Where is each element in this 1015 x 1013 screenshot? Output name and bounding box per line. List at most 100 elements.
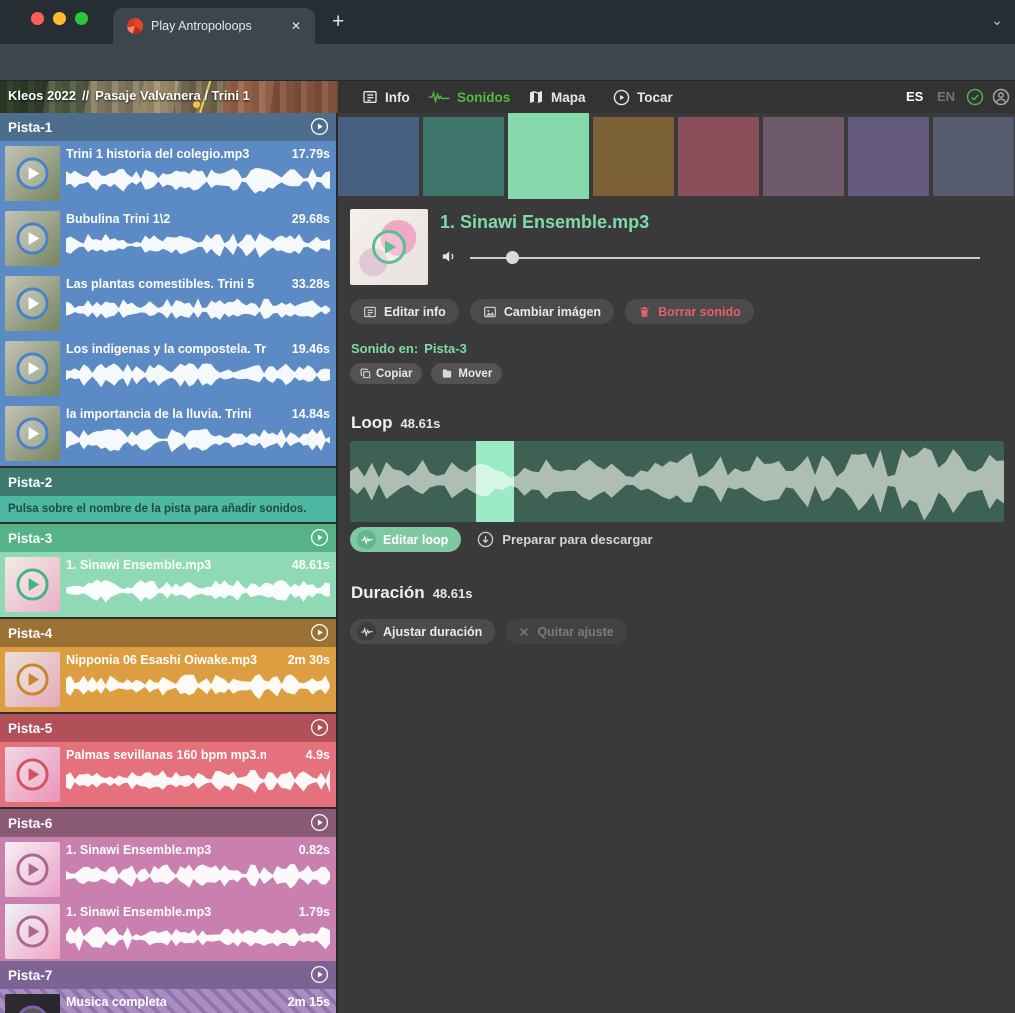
clip-thumbnail[interactable] — [5, 747, 60, 802]
new-tab-button[interactable]: + — [332, 10, 344, 34]
edit-info-list-icon — [363, 305, 377, 319]
clip-pista-3-1[interactable]: 1. Sinawi Ensemble.mp348.61s — [0, 552, 336, 617]
clip-thumbnail[interactable] — [5, 276, 60, 331]
clip-waveform — [66, 671, 330, 701]
clip-play-icon[interactable] — [15, 567, 50, 602]
loop-selection-band[interactable] — [476, 441, 514, 522]
volume-slider-knob[interactable] — [506, 251, 519, 264]
tab-sonidos[interactable]: Sonidos — [428, 81, 510, 113]
clip-duration: 14.84s — [292, 407, 330, 421]
track-color-swatch-3[interactable] — [508, 113, 589, 199]
clip-pista-1-4[interactable]: Los indigenas y la compostela. Trini19.4… — [0, 336, 336, 401]
change-image-button[interactable]: Cambiar imágen — [470, 299, 614, 324]
sound-detail-panel: 1. Sinawi Ensemble.mp3 Editar info Cambi… — [338, 113, 1015, 1013]
delete-sound-button[interactable]: Borrar sonido — [625, 299, 754, 324]
tab-search-chevron-icon[interactable]: ⌄ — [991, 12, 1003, 29]
thumbnail-play-icon[interactable] — [371, 229, 407, 265]
clip-pista-6-2[interactable]: 1. Sinawi Ensemble.mp31.79s — [0, 899, 336, 961]
clip-thumbnail[interactable] — [5, 994, 60, 1013]
clip-play-icon[interactable] — [15, 914, 50, 949]
track-color-swatch-4[interactable] — [593, 117, 674, 196]
language-es-button[interactable]: ES — [906, 89, 923, 104]
macos-zoom-button[interactable] — [75, 12, 88, 25]
clip-thumbnail[interactable] — [5, 211, 60, 266]
clip-play-icon[interactable] — [15, 662, 50, 697]
track-header-pista-4[interactable]: Pista-4 — [0, 619, 336, 647]
clip-pista-4-1[interactable]: Nipponia 06 Esashi Oiwake.mp32m 30s — [0, 647, 336, 712]
track-play-icon[interactable] — [310, 813, 329, 837]
track-play-icon[interactable] — [310, 528, 329, 552]
clip-duration: 17.79s — [292, 147, 330, 161]
clip-pista-7-1[interactable]: Musica completa2m 15s — [0, 989, 336, 1013]
loop-waveform[interactable] — [350, 441, 1004, 522]
edit-loop-button[interactable]: Editar loop — [350, 527, 461, 552]
clip-duration: 19.46s — [292, 342, 330, 356]
edit-loop-wave-icon — [357, 530, 376, 549]
clip-title: Nipponia 06 Esashi Oiwake.mp3 — [66, 653, 266, 667]
macos-minimize-button[interactable] — [53, 12, 66, 25]
breadcrumb[interactable]: Kleos 2022//Pasaje Valvanera / Trini 1 — [0, 81, 338, 113]
clip-play-icon[interactable] — [15, 286, 50, 321]
track-header-pista-2[interactable]: Pista-2 — [0, 468, 336, 496]
track-color-swatch-2[interactable] — [423, 117, 504, 196]
download-circle-icon — [477, 531, 494, 548]
volume-slider-track[interactable] — [470, 257, 980, 259]
track-color-swatch-6[interactable] — [763, 117, 844, 196]
adjust-duration-button[interactable]: Ajustar duración — [350, 619, 495, 644]
tab-tocar[interactable]: Tocar — [613, 81, 673, 113]
clip-play-icon[interactable] — [15, 351, 50, 386]
clip-thumbnail[interactable] — [5, 557, 60, 612]
tab-close-icon[interactable]: ✕ — [287, 17, 305, 35]
track-header-pista-7[interactable]: Pista-7 — [0, 961, 336, 989]
browser-tab[interactable]: Play Antropoloops ✕ — [113, 8, 315, 44]
clip-play-icon[interactable] — [15, 221, 50, 256]
language-en-button[interactable]: EN — [937, 89, 955, 104]
waveform-icon — [428, 89, 450, 105]
track-header-pista-1[interactable]: Pista-1 — [0, 113, 336, 141]
sound-thumbnail[interactable] — [350, 209, 428, 285]
clip-play-icon[interactable] — [15, 852, 50, 887]
track-play-icon[interactable] — [310, 623, 329, 647]
track-play-icon[interactable] — [310, 117, 329, 141]
browser-toolbar: ← → app.antropoloops.com/Kleos-Santa-Mar… — [0, 44, 1015, 81]
track-play-icon[interactable] — [310, 965, 329, 989]
clip-duration: 1.79s — [299, 905, 330, 919]
move-button[interactable]: Mover — [431, 363, 502, 384]
clip-play-icon[interactable] — [15, 1004, 50, 1013]
clip-thumbnail[interactable] — [5, 406, 60, 461]
remove-adjust-button[interactable]: Quitar ajuste — [505, 619, 626, 644]
clip-duration: 2m 15s — [288, 995, 330, 1009]
sound-in-track-link[interactable]: Pista-3 — [424, 341, 467, 356]
tab-info[interactable]: Info — [362, 81, 410, 113]
clip-thumbnail[interactable] — [5, 341, 60, 396]
clip-play-icon[interactable] — [15, 416, 50, 451]
clip-play-icon[interactable] — [15, 757, 50, 792]
account-icon[interactable] — [992, 88, 1010, 111]
clip-thumbnail[interactable] — [5, 652, 60, 707]
clip-pista-5-1[interactable]: Palmas sevillanas 160 bpm mp3.mp34.9s — [0, 742, 336, 807]
track-color-swatch-1[interactable] — [338, 117, 419, 196]
clip-play-icon[interactable] — [15, 156, 50, 191]
clip-title: Bubulina Trini 1\2 — [66, 212, 266, 226]
track-color-swatch-8[interactable] — [933, 117, 1014, 196]
track-header-pista-6[interactable]: Pista-6 — [0, 809, 336, 837]
track-header-pista-5[interactable]: Pista-5 — [0, 714, 336, 742]
clip-pista-1-3[interactable]: Las plantas comestibles. Trini 533.28s — [0, 271, 336, 336]
macos-close-button[interactable] — [31, 12, 44, 25]
track-header-pista-3[interactable]: Pista-3 — [0, 524, 336, 552]
clip-thumbnail[interactable] — [5, 842, 60, 897]
copy-button[interactable]: Copiar — [350, 363, 422, 384]
clip-pista-1-2[interactable]: Bubulina Trini 1\229.68s — [0, 206, 336, 271]
clip-thumbnail[interactable] — [5, 146, 60, 201]
prepare-download-button[interactable]: Preparar para descargar — [477, 531, 652, 548]
tab-mapa[interactable]: Mapa — [528, 81, 586, 113]
clip-pista-1-1[interactable]: Trini 1 historia del colegio.mp317.79s — [0, 141, 336, 206]
track-color-swatch-5[interactable] — [678, 117, 759, 196]
track-color-swatch-7[interactable] — [848, 117, 929, 196]
sound-actions-row: Editar info Cambiar imágen Borrar sonido — [350, 299, 754, 324]
clip-thumbnail[interactable] — [5, 904, 60, 959]
clip-pista-6-1[interactable]: 1. Sinawi Ensemble.mp30.82s — [0, 837, 336, 899]
track-play-icon[interactable] — [310, 718, 329, 742]
edit-info-button[interactable]: Editar info — [350, 299, 459, 324]
clip-pista-1-5[interactable]: la importancia de la lluvia. Trini14.84s — [0, 401, 336, 466]
